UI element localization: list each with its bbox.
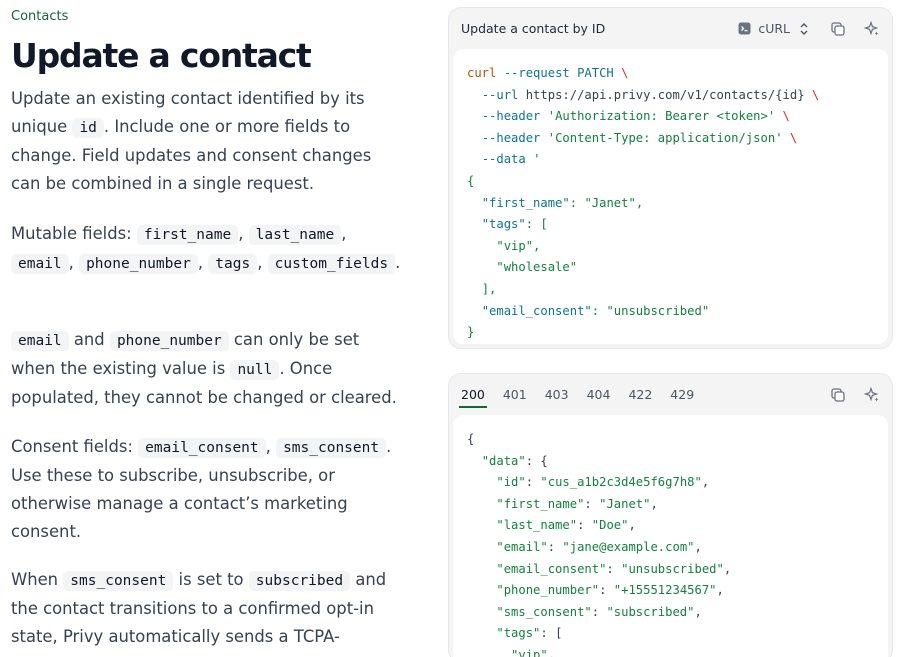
code-token: "tags" [496,626,541,641]
code-phone: phone_number [109,331,229,351]
code-token: --data [481,152,526,167]
code-token: --request PATCH [503,66,614,80]
code-token: "+15551234567" [613,583,717,598]
sms-text-2: is set to [178,570,244,589]
response-example-panel: 200 401 403 404 422 429 { "data": { "id"… [448,373,893,657]
breadcrumb[interactable]: Contacts [11,9,68,24]
code-token: "sms_consent" [496,604,592,619]
request-panel-title: Update a contact by ID [461,21,606,36]
code-token: 'Content-Type: application/json' [547,130,783,145]
status-tabs: 200 401 403 404 422 429 [459,374,694,415]
tab-404[interactable]: 404 [587,374,611,415]
request-example-panel: Update a contact by ID cURL curl --reque… [448,7,893,349]
code-id: id [72,118,104,138]
response-code: { "data": { "id": "cus_a1b2c3d4e5f6g7h8"… [467,429,874,657]
code-null: null [230,360,280,380]
request-code: curl --request PATCH \ --url https://api… [467,66,820,340]
tab-401[interactable]: 401 [503,374,527,415]
code-token: "last_name" [496,518,578,533]
code-token: --header [481,109,541,124]
page-title: Update a contact [11,36,312,75]
code-token: "vip" [511,647,548,657]
code-token: "unsubscribed" [606,303,710,318]
code-token: "id" [496,475,526,490]
mutable-label: Mutable fields: [11,224,132,243]
code-field: tags [208,254,258,274]
code-token: "Doe" [591,518,629,533]
language-label: cURL [758,21,790,36]
sms-paragraph: When sms_consent is set to subscribed an… [11,566,403,651]
code-field: phone_number [79,254,198,274]
code-token: ' [533,152,541,167]
immutable-paragraph: email and phone_number can only be set w… [11,326,403,412]
code-token: --header [481,130,541,145]
consent-label: Consent fields: [11,437,133,456]
code-token: "first_name" [496,496,585,511]
code-sms-consent: sms_consent [63,571,174,591]
tab-200[interactable]: 200 [459,374,487,415]
code-field: first_name [136,225,239,245]
code-token: "cus_a1b2c3d4e5f6g7h8" [540,475,702,490]
copy-icon[interactable] [830,387,846,403]
code-token: curl [467,66,497,80]
mutable-fields-paragraph: Mutable fields: first_name, last_name, e… [11,224,401,274]
request-panel-actions: cURL [736,8,880,49]
terminal-icon [736,21,752,37]
copy-icon[interactable] [830,21,846,37]
code-token: "email_consent" [481,303,592,318]
code-token: "email" [496,539,548,554]
intro-paragraph: Update an existing contact identified by… [11,85,403,198]
request-panel-header: Update a contact by ID cURL [449,8,892,49]
sparkle-icon[interactable] [864,20,880,37]
response-panel-header: 200 401 403 404 422 429 [449,374,892,415]
code-field: email [11,254,69,274]
response-code-body: { "data": { "id": "cus_a1b2c3d4e5f6g7h8"… [453,415,888,657]
code-token: "phone_number" [496,583,600,598]
request-code-body: curl --request PATCH \ --url https://api… [453,49,888,344]
code-field: last_name [248,225,342,245]
response-panel-actions [830,374,880,415]
code-token: "subscribed" [606,604,695,619]
code-email: email [11,331,69,351]
code-email-consent: email_consent [138,438,266,458]
language-selector[interactable]: cURL [736,21,812,37]
code-token: "email_consent" [496,561,607,576]
code-field: custom_fields [267,254,396,274]
code-token: "vip" [496,238,534,253]
code-sms-consent: sms_consent [276,438,387,458]
code-token: https://api.privy.com/v1/contacts/{id} [525,87,805,102]
code-token: 'Authorization: Bearer <token>' [547,109,776,124]
code-token: --url [481,87,519,102]
code-token: "unsubscribed" [621,561,724,576]
code-token: "data" [481,453,526,468]
code-token: "Janet" [599,496,651,511]
immutable-text: and [73,330,105,349]
code-token: "tags" [481,217,526,232]
sms-text: When [11,570,59,589]
code-token: "Janet" [584,195,636,210]
tab-403[interactable]: 403 [545,374,569,415]
code-token: "wholesale" [496,260,578,275]
code-subscribed: subscribed [248,571,351,591]
sparkle-icon[interactable] [864,386,880,403]
tab-422[interactable]: 422 [628,374,652,415]
code-token: "jane@example.com" [562,539,695,554]
tab-429[interactable]: 429 [670,374,694,415]
consent-paragraph: Consent fields: email_consent, sms_conse… [11,437,392,541]
code-token: "first_name" [481,195,570,210]
chevron-updown-icon [796,21,812,37]
